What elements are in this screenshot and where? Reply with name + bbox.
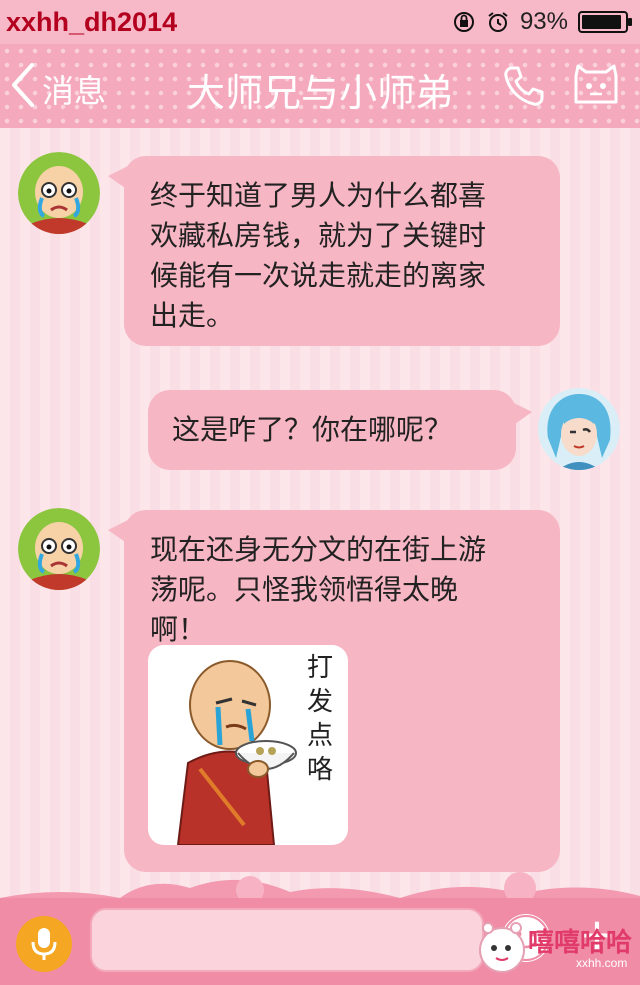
sender-avatar-monk[interactable] <box>18 508 100 590</box>
message-line: 现在还身无分文的在街上游 <box>150 533 487 566</box>
message-bubble-incoming[interactable]: 终于知道了男人为什么都喜 欢藏私房钱，就为了关键时 候能有一次说走就走的离家 出… <box>108 156 560 346</box>
status-bar: xxhh_dh2014 93% <box>0 0 640 44</box>
watermark-mascot-icon <box>479 922 525 973</box>
voice-button[interactable] <box>16 916 72 972</box>
profile-icon <box>574 64 618 104</box>
sticker-caption: 打发点咯 <box>306 653 333 785</box>
watermark: 嘻嘻哈哈 xxhh.com <box>476 916 640 980</box>
message-line: 啊！ <box>150 613 207 646</box>
back-chevron-icon <box>10 62 36 116</box>
profile-button[interactable] <box>570 62 622 110</box>
message-line: 欢藏私房钱，就为了关键时 <box>150 219 487 252</box>
back-label: 消息 <box>42 72 107 110</box>
nav-bar: 消息 大师兄与小师弟 <box>0 44 640 128</box>
sticker-image[interactable]: 打发点咯 <box>148 645 348 845</box>
chat-area[interactable]: 终于知道了男人为什么都喜 欢藏私房钱，就为了关键时 候能有一次说走就走的离家 出… <box>0 128 640 898</box>
message-line: 候能有一次说走就走的离家 <box>150 259 487 292</box>
sender-avatar-monk[interactable] <box>18 152 100 234</box>
battery-level-fill <box>582 15 622 29</box>
carrier-name: xxhh_dh2014 <box>6 6 178 37</box>
message-line: 这是咋了？你在哪呢？ <box>172 413 453 446</box>
orientation-lock-icon <box>452 10 476 34</box>
message-bubble-incoming[interactable]: 现在还身无分文的在街上游 荡呢。只怪我领悟得太晚 啊！ 打发点咯 <box>108 510 560 872</box>
watermark-text: 嘻嘻哈哈 <box>528 928 633 958</box>
message-input[interactable] <box>90 908 484 972</box>
battery-percent: 93% <box>519 8 568 35</box>
phone-button[interactable] <box>500 62 548 110</box>
alarm-icon <box>486 10 510 34</box>
self-avatar-girl[interactable] <box>538 388 620 470</box>
mic-icon <box>31 928 57 960</box>
status-indicators: 93% <box>452 8 632 36</box>
message-line: 荡呢。只怪我领悟得太晚 <box>150 573 459 606</box>
message-bubble-outgoing[interactable]: 这是咋了？你在哪呢？ <box>148 390 532 470</box>
message-line: 出走。 <box>150 299 235 332</box>
watermark-url: xxhh.com <box>576 956 628 970</box>
battery-icon <box>578 11 632 33</box>
message-line: 终于知道了男人为什么都喜 <box>150 179 487 212</box>
phone-icon <box>504 66 544 106</box>
back-button[interactable]: 消息 <box>10 62 106 116</box>
